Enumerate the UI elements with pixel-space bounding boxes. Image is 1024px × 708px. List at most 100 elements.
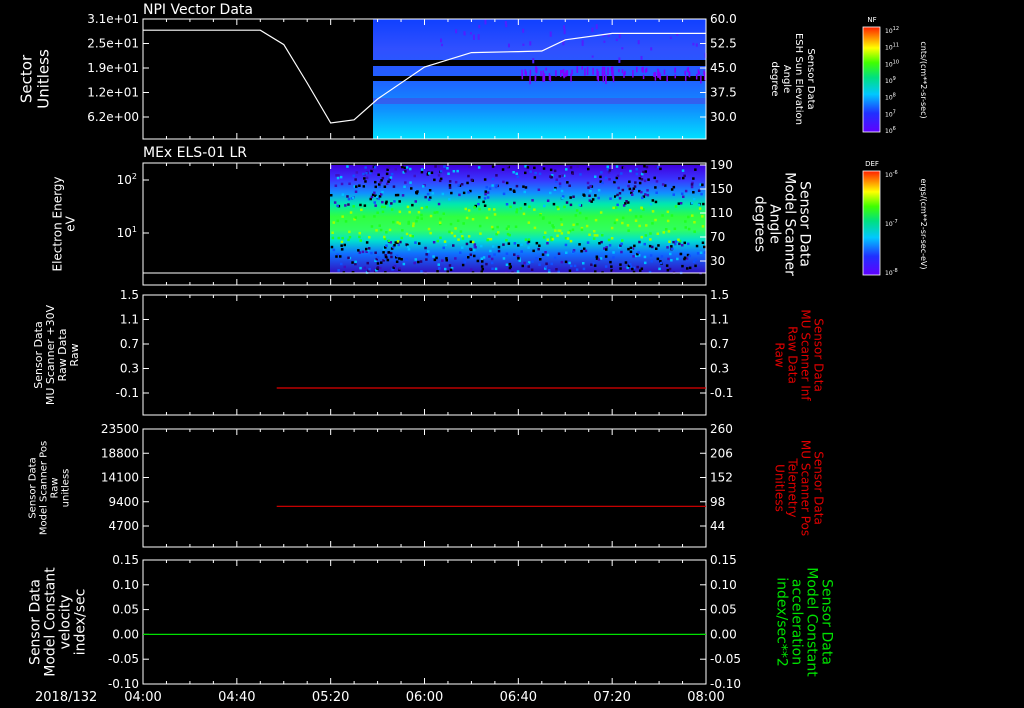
heatmap-speckle [420,168,424,171]
heatmap-speckle [608,244,612,247]
heatmap-speckle [398,210,402,214]
y-tick-label: 45.0 [710,61,737,75]
heatmap-speckle [647,178,650,181]
heatmap-speckle [646,193,650,197]
heatmap-speckle [385,244,388,247]
heatmap-speckle [446,167,449,170]
heatmap-streak [603,70,606,75]
heatmap-speckle [590,200,593,203]
y-tick-label: 0.05 [710,603,737,617]
heatmap-speckle [559,229,562,232]
heatmap-speckle [365,176,369,180]
heatmap-speckle [679,202,683,205]
heatmap-speckle [505,252,509,255]
label-line: ESH Sun Elevation [793,33,804,125]
heatmap-speckle [414,200,417,203]
heatmap-speckle [433,211,436,214]
heatmap-speckle [501,168,505,171]
heatmap-speckle [520,250,523,253]
heatmap-speckle [424,195,427,199]
heatmap-speckle [693,230,696,233]
heatmap-speckle [513,253,516,256]
heatmap-speckle [674,240,678,243]
heatmap-speckle [629,169,632,173]
heatmap-speckle [640,190,643,194]
heatmap-speckle [330,194,333,197]
heatmap-speckle [683,241,686,245]
heatmap-speckle [339,175,343,179]
heatmap-speckle [383,235,386,239]
heatmap-speckle [551,224,554,227]
heatmap-speckle [638,240,641,244]
heatmap-speckle [546,242,549,245]
tick-base: 10 [885,78,893,85]
heatmap-speckle [424,246,427,250]
heatmap-streak [642,74,645,80]
heatmap-speckle [496,225,499,229]
heatmap-speckle [425,205,428,209]
heatmap-streak [698,71,700,75]
tick-base: 10 [885,128,893,135]
heatmap-speckle [670,259,673,262]
heatmap-speckle [508,266,512,270]
heatmap-speckle [336,204,339,208]
heatmap-speckle [431,192,435,195]
colorbar-def-label: DEF [865,160,879,168]
heatmap-speckle [655,191,658,194]
heatmap-speckle [666,219,670,223]
heatmap-speckle [401,229,404,232]
heatmap-speckle [640,207,643,210]
heatmap-speckle [559,218,563,221]
heatmap-speckle [516,175,520,178]
heatmap-speckle [649,202,653,206]
label-line: Sector [18,54,36,103]
heatmap-speckle [505,227,509,230]
heatmap-speckle [688,254,691,258]
heatmap-speckle [691,214,694,217]
tick-exp: -7 [893,219,898,225]
heatmap-speckle [467,235,471,238]
heatmap-speckle [701,215,704,218]
heatmap-speckle [442,212,445,215]
heatmap-speckle [386,258,390,262]
heatmap-speckle [670,188,674,191]
y-tick-label: 102 [117,172,137,187]
heatmap-streak [659,73,662,80]
heatmap-speckle [459,251,462,254]
heatmap-speckle [623,166,626,169]
heatmap-speckle [349,211,353,214]
heatmap-speckle [362,172,365,176]
heatmap-speckle [376,211,379,214]
heatmap-speckle [387,239,391,243]
heatmap-speckle [427,250,430,253]
heatmap-speckle [560,189,564,193]
heatmap-speckle [600,240,603,244]
y-tick-label: 14100 [101,471,139,485]
heatmap-speckle [593,234,597,237]
y-tick-label: 0.00 [710,627,737,641]
heatmap-speckle [488,255,491,258]
heatmap-speckle [392,185,396,188]
heatmap-streak [581,40,584,46]
label-line: Model Constant [43,567,59,677]
label-line: Raw Data [786,326,800,384]
heatmap-speckle [645,224,648,227]
heatmap-speckle [506,165,509,168]
label-line: Raw [773,342,787,367]
heatmap-speckle [467,209,471,212]
heatmap-speckle [348,235,352,239]
y-tick-label: 150 [710,182,733,196]
heatmap-speckle [666,246,669,249]
label-line: velocity [58,595,74,650]
heatmap-speckle [568,261,571,265]
heatmap-speckle [650,260,653,263]
heatmap-speckle [517,244,520,247]
time-tick-label: 08:00 [687,690,724,705]
heatmap-speckle [388,228,392,232]
heatmap-streak [566,70,569,77]
heatmap-streak [529,75,531,85]
heatmap-speckle [358,184,361,187]
heatmap-speckle [411,203,414,207]
heatmap-speckle [545,262,548,265]
heatmap-speckle [645,165,649,169]
